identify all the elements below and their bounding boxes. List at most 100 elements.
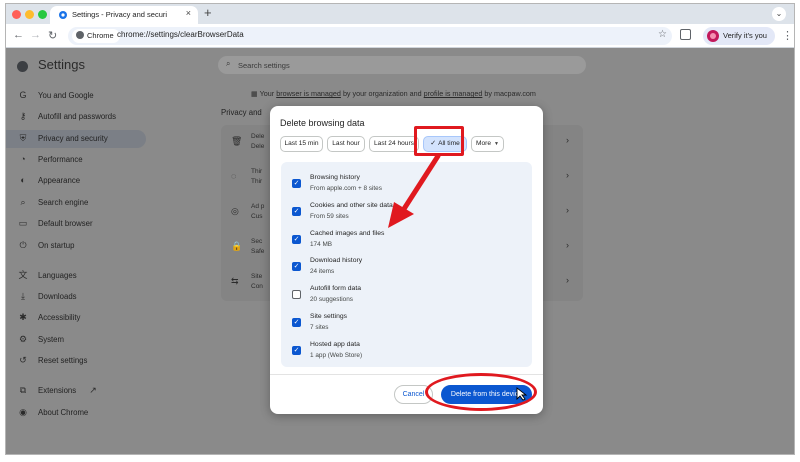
time-range-chip-last-hour[interactable]: Last hour <box>327 136 365 152</box>
reset-icon: ↺ <box>19 355 27 365</box>
option-subtitle: 7 sites <box>310 324 329 331</box>
data-option-row[interactable]: ✓ Hosted app data 1 app (Web Store) <box>281 337 532 365</box>
sidebar-item-on-startup[interactable]: ⏻ On startup <box>6 237 146 255</box>
download-icon: ⤓ <box>21 291 25 301</box>
sidebar-item-label: System <box>38 335 64 344</box>
option-subtitle: 174 MB <box>310 240 333 248</box>
cookie-icon: ◌ <box>231 171 237 181</box>
forward-arrow-icon[interactable]: → <box>30 29 41 41</box>
sidebar-item-label: Extensions <box>38 386 77 395</box>
more-menu-icon[interactable]: ⋮ <box>782 29 793 42</box>
checkbox-checked[interactable]: ✓ <box>292 262 301 272</box>
time-range-label: Last 15 min <box>284 140 319 147</box>
privacy-row-title: Ad p <box>251 203 265 210</box>
data-option-row[interactable]: ✓ Download history 24 items <box>281 253 532 281</box>
sidebar-item-about-chrome[interactable]: ◉ About Chrome <box>6 404 146 422</box>
profile-label: Verify it's you <box>723 31 767 40</box>
option-subtitle: 20 suggestions <box>310 296 353 304</box>
checkbox-checked[interactable]: ✓ <box>292 206 301 216</box>
extensions-puzzle-icon[interactable] <box>680 29 691 40</box>
search-settings-input[interactable]: ⌕ Search settings <box>218 56 586 74</box>
tab-settings[interactable]: Settings - Privacy and securi × <box>50 6 198 24</box>
browser-icon: ▭ <box>18 218 28 228</box>
back-arrow-icon[interactable]: ← <box>13 29 24 41</box>
tab-title: Settings - Privacy and securi <box>72 10 168 19</box>
sidebar-item-appearance[interactable]: ◐ Appearance <box>6 172 146 190</box>
option-subtitle: From 59 sites <box>310 212 349 220</box>
sidebar-item-you-and-google[interactable]: G You and Google <box>6 87 146 105</box>
privacy-row-text: Sec Safe <box>251 237 264 257</box>
checkbox-checked[interactable]: ✓ <box>292 234 301 244</box>
settings-gear-icon <box>59 11 67 19</box>
time-range-chip-last-15-min[interactable]: Last 15 min <box>280 136 323 152</box>
red-arrow-annotation <box>388 153 441 228</box>
sidebar-item-search-engine[interactable]: ⌕ Search engine <box>6 194 146 212</box>
tab-close-icon[interactable]: × <box>186 8 191 18</box>
minimize-window-button[interactable] <box>25 10 34 19</box>
sidebar-item-accessibility[interactable]: ✱ Accessibility <box>6 309 146 327</box>
privacy-row-title: Thir <box>251 168 263 175</box>
option-subtitle: 1 app (Web Store) <box>310 351 363 359</box>
privacy-row-text: Site Con <box>251 272 263 292</box>
browser-managed-link[interactable]: browser is managed <box>276 89 341 98</box>
option-subtitle: From apple.com + 8 sites <box>310 185 382 192</box>
sidebar-item-extensions[interactable]: ⧉ Extensions ↗ <box>6 382 146 400</box>
checkbox-unchecked[interactable] <box>292 290 301 300</box>
browser-toolbar: ← → ↻ Chrome chrome://settings/clearBrow… <box>6 24 794 48</box>
privacy-row-title: Dele <box>251 133 265 140</box>
sidebar-item-label: Default browser <box>38 219 93 228</box>
avatar <box>707 30 719 42</box>
maximize-window-button[interactable] <box>38 10 47 19</box>
page-title: Settings <box>38 57 85 72</box>
new-tab-button[interactable]: + <box>204 5 212 20</box>
sidebar-item-downloads[interactable]: ⤓ Downloads <box>6 288 146 306</box>
address-bar[interactable]: Chrome chrome://settings/clearBrowserDat… <box>68 27 672 45</box>
sidebar-item-label: You and Google <box>38 91 94 100</box>
chrome-icon: ◉ <box>19 407 27 417</box>
translate-icon: 文 <box>18 270 28 280</box>
profile-button[interactable]: Verify it's you <box>703 27 775 45</box>
sidebar-item-performance[interactable]: ◔ Performance <box>6 151 146 169</box>
close-window-button[interactable] <box>12 10 21 19</box>
sidebar-item-label: Reset settings <box>38 356 88 365</box>
time-range-chip-more[interactable]: More ▼ <box>471 136 504 152</box>
building-icon: ▦ <box>251 89 258 98</box>
bookmark-star-icon[interactable]: ☆ <box>658 29 667 40</box>
sidebar-item-default-browser[interactable]: ▭ Default browser <box>6 215 146 233</box>
checkbox-checked[interactable]: ✓ <box>292 345 301 355</box>
reload-icon[interactable]: ↻ <box>48 29 57 42</box>
checkbox-checked[interactable]: ✓ <box>292 179 301 188</box>
palette-icon: ◐ <box>20 175 26 185</box>
checkbox-checked[interactable]: ✓ <box>292 318 301 327</box>
time-range-label: Last 24 hours <box>374 140 414 147</box>
option-title: Cached images and files <box>310 229 385 237</box>
sidebar-item-label: Languages <box>38 271 77 280</box>
privacy-row-subtitle: Con <box>251 283 263 290</box>
time-range-label: More <box>476 140 492 147</box>
sidebar-item-label: Performance <box>38 155 83 164</box>
profile-managed-link[interactable]: profile is managed <box>424 89 483 98</box>
privacy-row-subtitle: Thir <box>251 178 263 185</box>
managed-prefix: Your <box>259 89 275 98</box>
tab-search-button[interactable]: ⌄ <box>772 7 786 21</box>
site-info-chip[interactable]: Chrome <box>72 29 120 43</box>
privacy-section-heading: Privacy and <box>221 108 262 117</box>
power-icon: ⏻ <box>19 240 27 250</box>
sidebar-item-languages[interactable]: 文 Languages <box>6 267 146 285</box>
sidebar-item-label: Accessibility <box>38 313 81 322</box>
data-option-row[interactable]: Autofill form data 20 suggestions <box>281 281 532 309</box>
tab-strip: Settings - Privacy and securi × + ⌄ <box>6 4 794 24</box>
sidebar-item-system[interactable]: ⚙ System <box>6 331 146 349</box>
chevron-right-icon: › <box>566 135 569 145</box>
search-icon: ⌕ <box>20 197 26 207</box>
privacy-row-subtitle: Dele <box>251 143 265 150</box>
sidebar-item-privacy-and-security[interactable]: ⛨ Privacy and security <box>6 130 146 148</box>
sidebar-item-autofill-and-passwords[interactable]: ⚷ Autofill and passwords <box>6 108 146 126</box>
site-chip-label: Chrome <box>87 31 114 40</box>
search-placeholder: Search settings <box>238 60 290 70</box>
accessibility-icon: ✱ <box>19 312 27 322</box>
sidebar-item-reset-settings[interactable]: ↺ Reset settings <box>6 352 146 370</box>
data-option-row[interactable]: ✓ Site settings 7 sites <box>281 309 532 337</box>
url-text[interactable]: chrome://settings/clearBrowserData <box>117 30 244 39</box>
time-range-label: Last hour <box>332 140 360 147</box>
